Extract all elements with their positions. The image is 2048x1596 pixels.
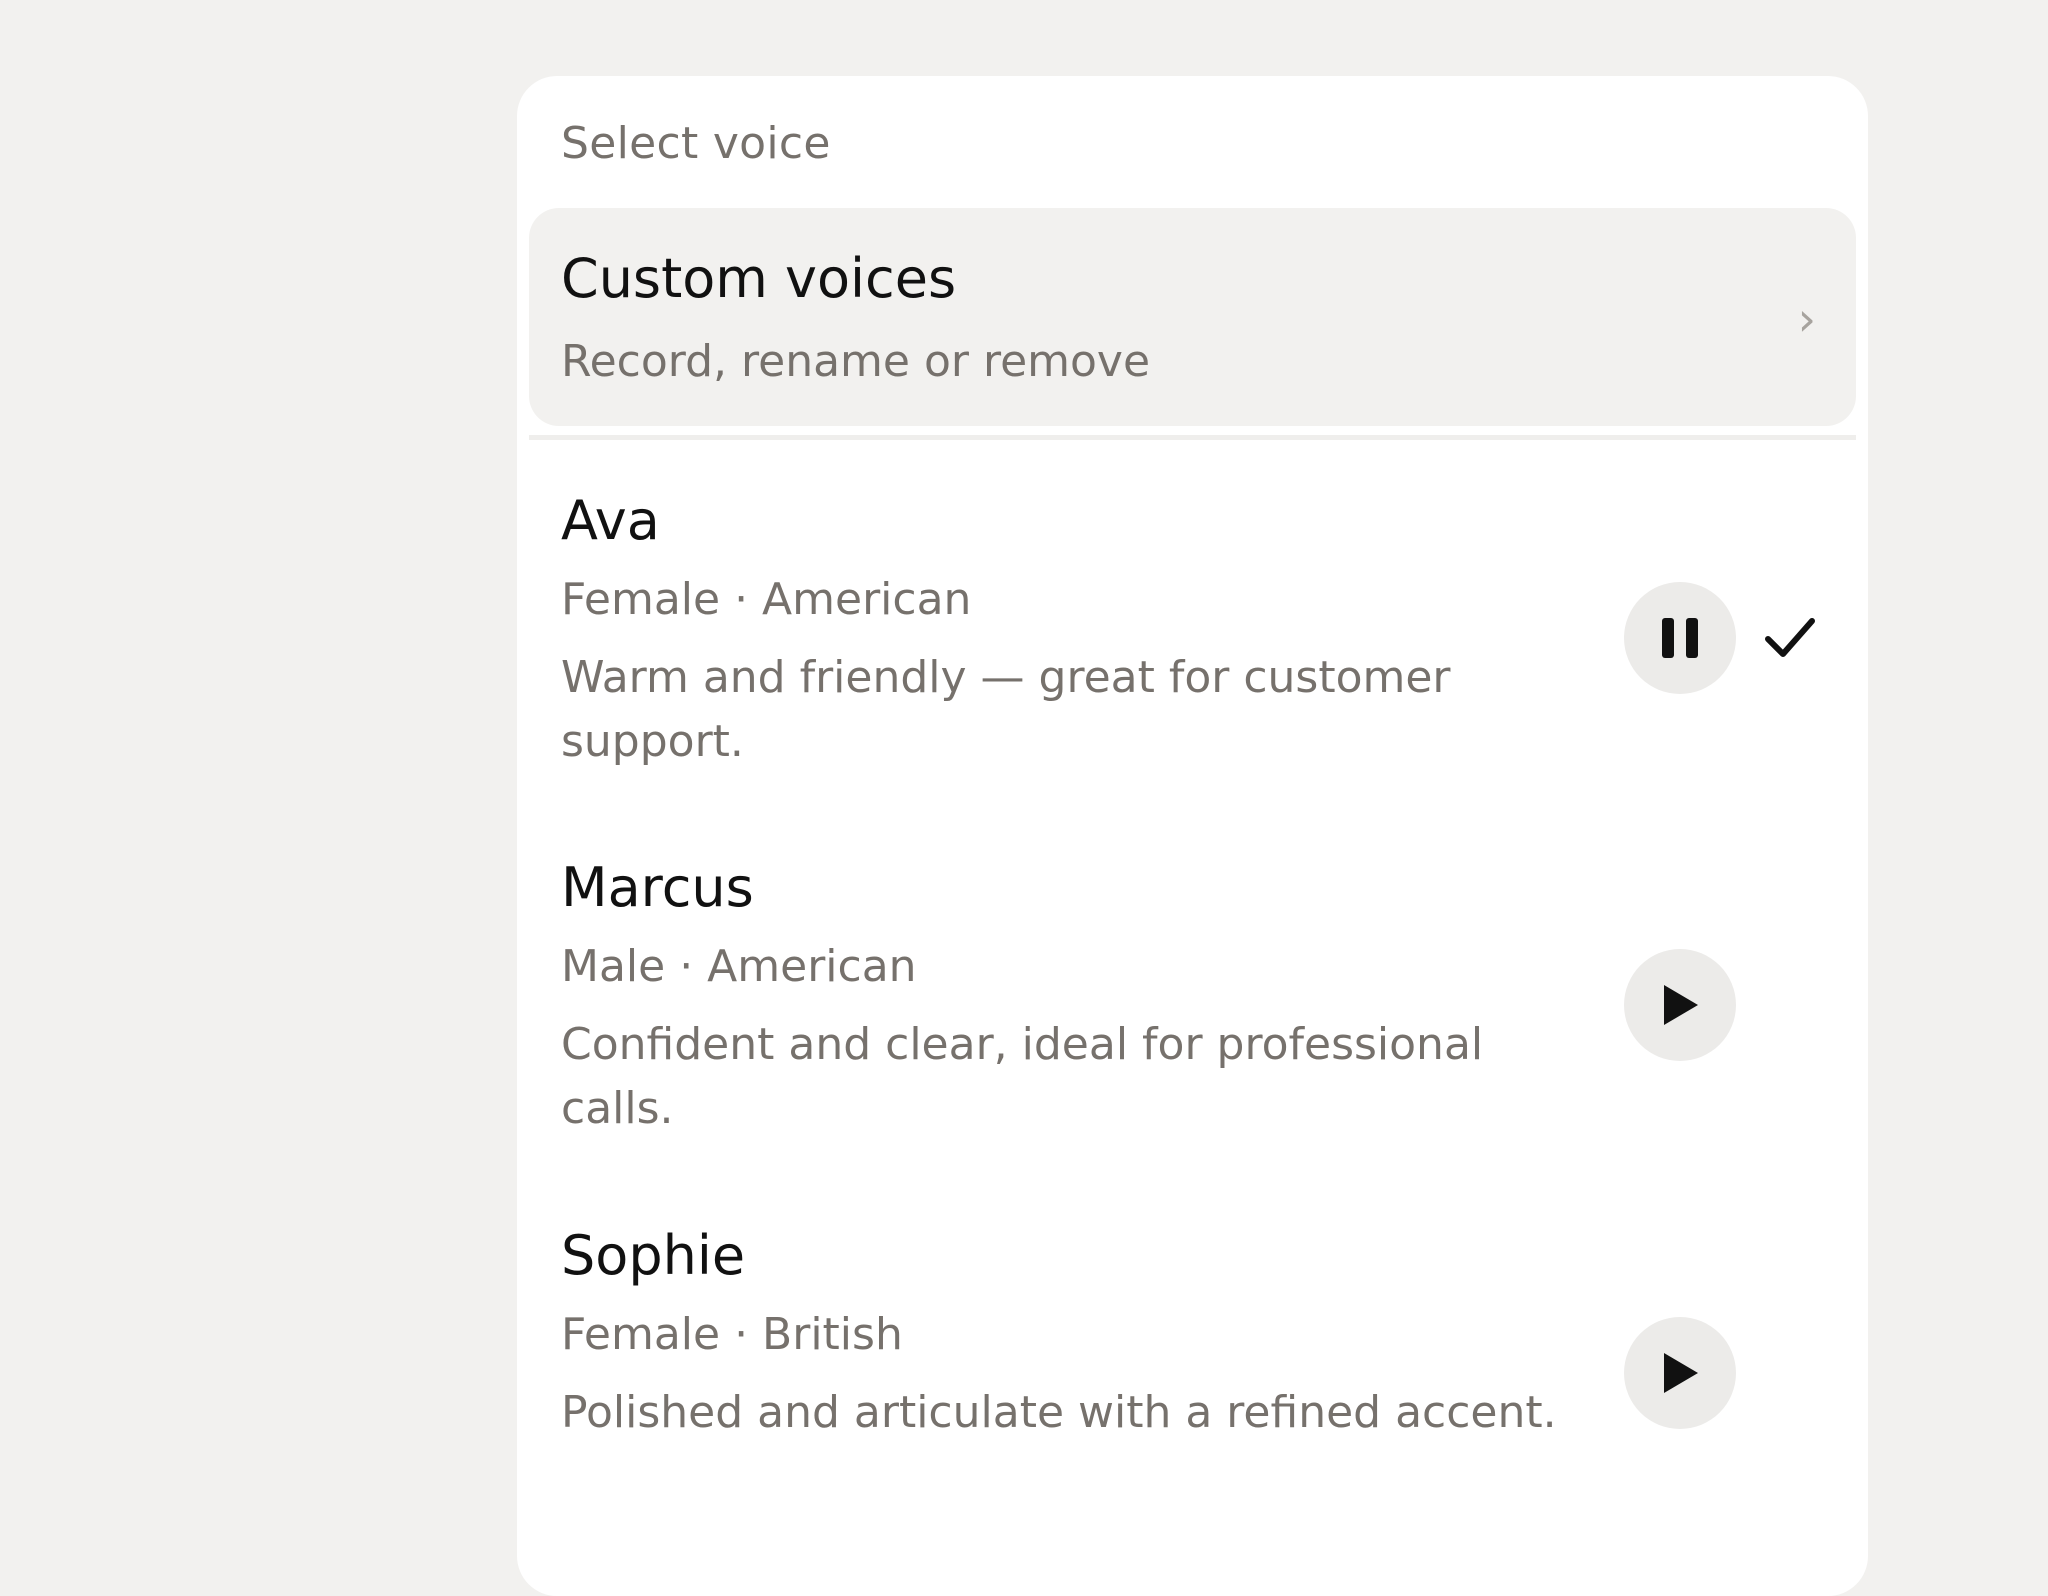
checkmark-icon bbox=[1765, 618, 1815, 657]
voice-name: Ava bbox=[561, 489, 660, 552]
voice-meta: Female · British bbox=[561, 1309, 903, 1360]
play-button[interactable] bbox=[1624, 1317, 1736, 1429]
custom-voices-title: Custom voices bbox=[561, 247, 957, 310]
voice-description: Confident and clear, ideal for professio… bbox=[561, 1019, 1484, 1134]
custom-voices-subtitle: Record, rename or remove bbox=[561, 336, 1151, 387]
voice-description: Warm and friendly — great for customer s… bbox=[561, 652, 1451, 767]
voice-name: Sophie bbox=[561, 1224, 746, 1287]
play-icon bbox=[1664, 1353, 1698, 1393]
voice-description: Polished and articulate with a refined a… bbox=[561, 1387, 1557, 1438]
voice-name: Marcus bbox=[561, 856, 754, 919]
play-icon bbox=[1664, 985, 1698, 1025]
play-button[interactable] bbox=[1624, 949, 1736, 1061]
pause-button[interactable] bbox=[1624, 582, 1736, 694]
panel-title: Select voice bbox=[561, 118, 831, 169]
voice-meta: Female · American bbox=[561, 574, 972, 625]
divider bbox=[529, 435, 1856, 440]
custom-voices-button[interactable]: Custom voices Record, rename or remove › bbox=[529, 208, 1856, 426]
voice-meta: Male · American bbox=[561, 941, 917, 992]
voice-selector-panel: Select voice Custom voices Record, renam… bbox=[517, 76, 1868, 1596]
chevron-right-icon: › bbox=[1797, 292, 1816, 346]
voice-item-sophie[interactable]: Sophie Female · British Polished and art… bbox=[517, 1221, 1868, 1551]
pause-icon bbox=[1662, 618, 1698, 658]
voice-item-marcus[interactable]: Marcus Male · American Confident and cle… bbox=[517, 853, 1868, 1183]
voice-item-ava[interactable]: Ava Female · American Warm and friendly … bbox=[517, 486, 1868, 816]
